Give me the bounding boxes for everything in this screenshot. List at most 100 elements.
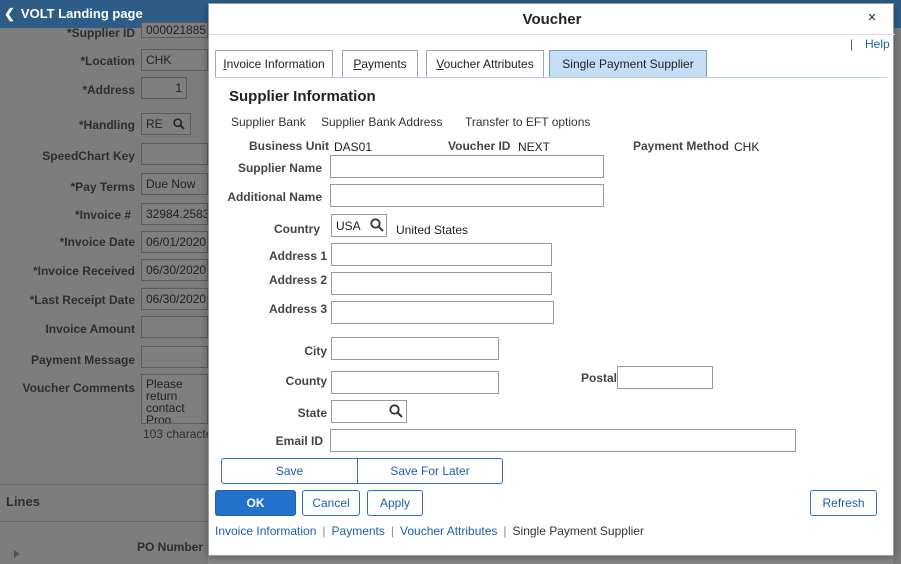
business-unit-label: Business Unit [249, 139, 330, 153]
back-link[interactable]: ❮ VOLT Landing page [4, 6, 143, 22]
address2-input[interactable] [331, 272, 552, 295]
state-lookup[interactable] [331, 400, 407, 423]
modal-title-divider [209, 34, 895, 35]
bg-field-payment-message [141, 346, 208, 368]
bg-label-handling: *Handling [79, 118, 135, 132]
chevron-left-icon: ❮ [4, 6, 15, 21]
bg-field-invoice-amount [141, 316, 208, 338]
tab-payments[interactable]: Payments [342, 50, 418, 77]
supplier-bank-link[interactable]: Supplier Bank [231, 115, 306, 129]
help-separator: | [850, 37, 854, 51]
voucher-id-value: NEXT [518, 140, 551, 154]
bg-label-location: *Location [80, 54, 135, 68]
bg-label-pay-terms: *Pay Terms [70, 180, 135, 194]
bg-field-supplier-id: 00002188520 [141, 22, 208, 38]
additional-name-label: Additional Name [227, 190, 322, 204]
supplier-name-label: Supplier Name [237, 161, 322, 175]
state-label: State [297, 406, 327, 420]
payment-method-value: CHK [734, 140, 760, 154]
tab-voucher-attributes[interactable]: Voucher Attributes [426, 50, 544, 77]
save-for-later-button[interactable]: Save For Later [357, 458, 503, 484]
tab-invoice-information[interactable]: Invoice Information [215, 50, 333, 77]
footer-links: Invoice Information | Payments | Voucher Att… [215, 524, 644, 538]
search-icon[interactable] [389, 404, 403, 418]
footer-link-single-payment-supplier: Single Payment Supplier [512, 524, 644, 538]
country-label: Country [274, 222, 320, 236]
tab-underline [215, 77, 887, 78]
payment-method-label: Payment Method [633, 139, 730, 153]
business-unit-value: DAS01 [334, 140, 373, 154]
bg-label-supplier-id: *Supplier ID [66, 26, 135, 40]
bg-field-pay-terms: Due Now [141, 173, 208, 195]
city-label: City [304, 344, 327, 358]
address2-label: Address 2 [268, 273, 327, 287]
bg-chars-remaining: 103 character [143, 427, 217, 441]
bg-field-speedchart [141, 143, 208, 165]
bg-field-handling: RE [141, 113, 191, 135]
bg-label-invoice-date: *Invoice Date [59, 235, 135, 249]
tab-payments-label: ayments [361, 57, 407, 71]
supplier-bank-address-link[interactable]: Supplier Bank Address [321, 115, 442, 129]
bg-label-address: *Address [82, 83, 135, 97]
footer-link-invoice-information[interactable]: Invoice Information [215, 524, 316, 538]
section-title: Supplier Information [229, 88, 376, 105]
bg-label-invoice-number: *Invoice # [74, 208, 131, 222]
bg-label-invoice-amount: Invoice Amount [45, 322, 135, 336]
apply-button[interactable]: Apply [367, 490, 423, 516]
voucher-modal: Voucher × | Help Invoice Information Pay… [208, 3, 895, 556]
supplier-name-input[interactable] [330, 155, 604, 178]
tab-voucher-attributes-accesskey: V [436, 57, 444, 71]
address3-input[interactable] [331, 301, 554, 324]
county-input[interactable] [331, 371, 499, 394]
bg-label-voucher-comments: Voucher Comments [22, 381, 135, 395]
country-name: United States [396, 223, 469, 237]
bg-label-last-receipt: *Last Receipt Date [29, 293, 135, 307]
cancel-button[interactable]: Cancel [302, 490, 360, 516]
county-label: County [285, 374, 327, 388]
voucher-id-label: Voucher ID [448, 139, 511, 153]
country-lookup[interactable]: USA [331, 214, 387, 237]
bg-field-invoice-received: 06/30/2020 [141, 259, 208, 281]
tab-voucher-attributes-label: oucher Attributes [443, 57, 534, 71]
postal-label: Postal [581, 371, 618, 385]
search-icon[interactable] [370, 218, 384, 232]
back-link-label: VOLT Landing page [20, 6, 143, 21]
city-input[interactable] [331, 337, 499, 360]
bg-field-location: CHK [141, 49, 208, 71]
background-right-strip [893, 28, 901, 564]
expand-triangle-icon [14, 550, 20, 558]
bg-field-invoice-date: 06/01/2020 [141, 231, 208, 253]
country-code-value: USA [336, 219, 361, 233]
additional-name-input[interactable] [330, 184, 604, 207]
footer-separator: | [503, 524, 507, 538]
close-icon[interactable]: × [864, 10, 880, 26]
transfer-eft-link[interactable]: Transfer to EFT options [465, 115, 590, 129]
save-button[interactable]: Save [221, 458, 358, 484]
modal-title: Voucher [522, 11, 582, 28]
footer-separator: | [322, 524, 326, 538]
tab-single-payment-supplier[interactable]: Single Payment Supplier [549, 50, 707, 77]
footer-link-voucher-attributes[interactable]: Voucher Attributes [400, 524, 497, 538]
email-label: Email ID [275, 434, 323, 448]
footer-link-payments[interactable]: Payments [332, 524, 385, 538]
bg-label-invoice-received: *Invoice Received [32, 264, 135, 278]
postal-input[interactable] [617, 366, 713, 389]
footer-separator: | [390, 524, 394, 538]
bg-field-last-receipt: 06/30/2020 [141, 288, 208, 310]
bg-field-voucher-comments: Please return contact Prog [141, 374, 208, 424]
help-link[interactable]: Help [865, 37, 890, 51]
bg-label-speedchart: SpeedChart Key [42, 149, 135, 163]
bg-field-invoice-number: 32984.25832 [141, 203, 208, 225]
bg-label-payment-message: Payment Message [30, 353, 135, 367]
address1-label: Address 1 [268, 249, 327, 263]
bg-lines-label: Lines [6, 494, 40, 509]
email-input[interactable] [330, 429, 796, 452]
search-icon [173, 118, 185, 130]
bg-field-handling-value: RE [146, 117, 163, 131]
bg-field-address: 1 [141, 77, 187, 99]
refresh-button[interactable]: Refresh [810, 490, 877, 516]
ok-button[interactable]: OK [215, 490, 296, 516]
tab-invoice-information-label: nvoice Information [226, 57, 325, 71]
address3-label: Address 3 [268, 302, 327, 316]
address1-input[interactable] [331, 243, 552, 266]
